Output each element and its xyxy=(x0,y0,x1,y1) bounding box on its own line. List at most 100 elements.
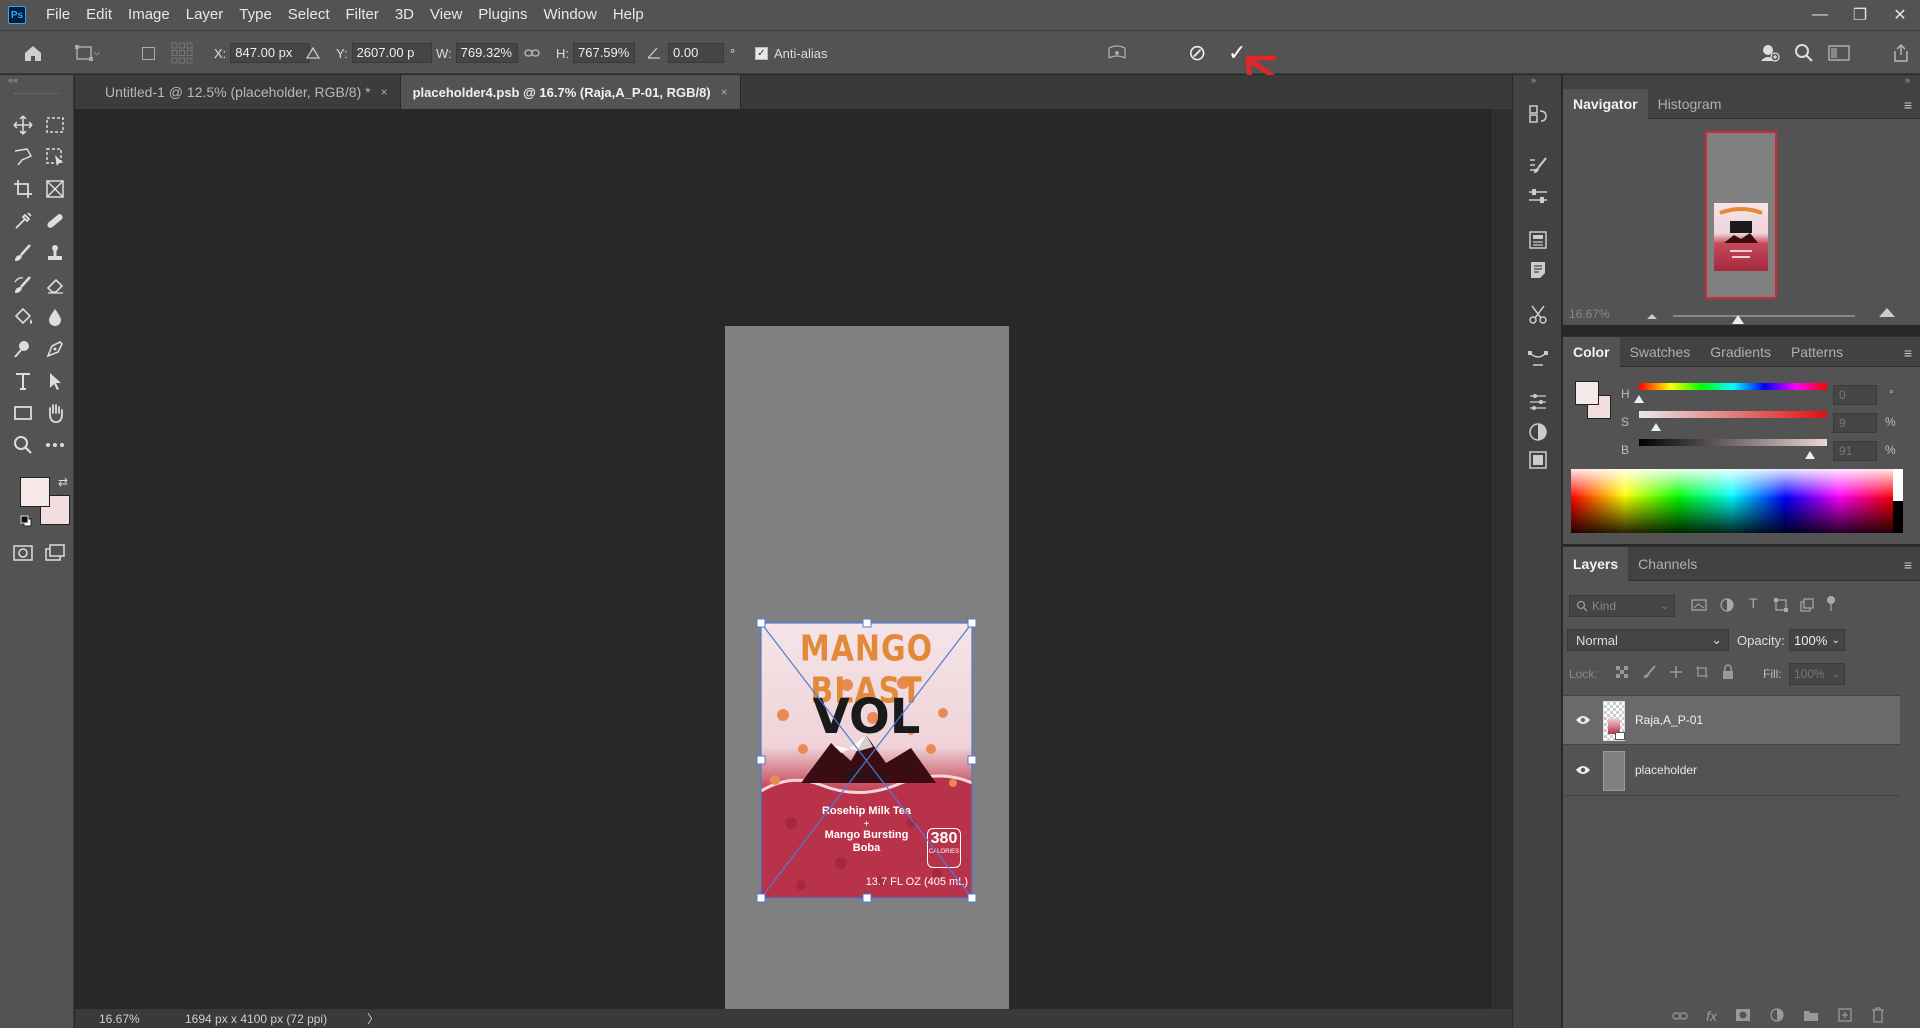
new-group-folder-icon[interactable] xyxy=(1803,1008,1819,1025)
tab-placeholder4[interactable]: placeholder4.psb @ 16.7% (Raja,A_P-01, R… xyxy=(400,75,741,109)
reference-point-grid-icon[interactable] xyxy=(170,31,194,75)
brightness-input[interactable]: 91 xyxy=(1833,441,1877,461)
menu-help[interactable]: Help xyxy=(605,0,652,30)
lock-artboard-icon[interactable] xyxy=(1695,665,1709,682)
minimize-button[interactable]: — xyxy=(1800,0,1840,30)
navigator-zoom-slider[interactable] xyxy=(1673,315,1855,317)
navigator-zoom-handle[interactable] xyxy=(1731,313,1745,328)
crop-tool-icon[interactable] xyxy=(8,175,38,203)
navigator-zoom-value[interactable]: 16.67% xyxy=(1569,307,1610,321)
tab-navigator[interactable]: Navigator xyxy=(1563,88,1648,119)
close-tab-icon[interactable]: × xyxy=(381,85,388,99)
filter-shape-icon[interactable] xyxy=(1773,597,1789,616)
menu-window[interactable]: Window xyxy=(535,0,604,30)
brush-settings-icon[interactable] xyxy=(1525,153,1551,179)
more-tools-icon[interactable] xyxy=(40,431,70,459)
styles-panel-icon[interactable] xyxy=(1525,419,1551,445)
rotate-angle-input[interactable]: 0.00 xyxy=(668,43,724,63)
home-icon[interactable] xyxy=(22,31,44,75)
paths-panel-icon[interactable] xyxy=(1525,345,1551,371)
reference-point-checkbox[interactable] xyxy=(142,31,155,75)
layer-name[interactable]: placeholder xyxy=(1635,763,1697,777)
lock-all-icon[interactable] xyxy=(1721,664,1735,683)
healing-brush-tool-icon[interactable] xyxy=(40,207,70,235)
menu-edit[interactable]: Edit xyxy=(78,0,120,30)
menu-view[interactable]: View xyxy=(422,0,470,30)
dodge-tool-icon[interactable] xyxy=(8,335,38,363)
anti-alias-checkbox[interactable]: ✓ Anti-alias xyxy=(755,31,827,75)
panel-menu-icon[interactable]: ≡ xyxy=(1904,97,1912,113)
path-selection-tool-icon[interactable] xyxy=(40,367,70,395)
pen-tool-icon[interactable] xyxy=(40,335,70,363)
opacity-input[interactable]: 100% ⌄ xyxy=(1789,629,1845,651)
navigator-preview[interactable] xyxy=(1705,131,1777,299)
quick-mask-icon[interactable] xyxy=(8,539,38,567)
tab-histogram[interactable]: Histogram xyxy=(1648,89,1732,119)
collapse-toolbar-icon[interactable]: «« xyxy=(8,75,18,85)
notes-panel-icon[interactable] xyxy=(1525,257,1551,283)
document-canvas[interactable]: MANGO BLAST VOL Milk Tea Rosehip Milk Te… xyxy=(725,326,1009,1010)
clone-stamp-tool-icon[interactable] xyxy=(40,239,70,267)
panel-menu-icon[interactable]: ≡ xyxy=(1904,345,1912,361)
eye-visibility-icon[interactable] xyxy=(1575,714,1591,729)
saturation-slider[interactable] xyxy=(1639,411,1827,418)
workspace-icon[interactable] xyxy=(1828,31,1850,75)
menu-image[interactable]: Image xyxy=(120,0,178,30)
zoom-out-icon[interactable] xyxy=(1645,309,1659,324)
tab-swatches[interactable]: Swatches xyxy=(1620,337,1701,367)
close-button[interactable]: ✕ xyxy=(1880,0,1920,30)
brightness-slider[interactable] xyxy=(1639,439,1827,446)
tab-patterns[interactable]: Patterns xyxy=(1781,337,1853,367)
adjust-sliders-icon[interactable] xyxy=(1525,183,1551,209)
delete-layer-trash-icon[interactable] xyxy=(1871,1006,1885,1026)
share-export-icon[interactable] xyxy=(1892,31,1910,75)
layer-filter-kind[interactable]: Kind ⌄ xyxy=(1569,595,1675,617)
x-position-input[interactable]: 847.00 px xyxy=(230,43,311,63)
menu-select[interactable]: Select xyxy=(280,0,338,30)
foreground-color-swatch[interactable] xyxy=(20,477,50,507)
add-mask-icon[interactable] xyxy=(1735,1008,1751,1025)
object-selection-tool-icon[interactable] xyxy=(40,143,70,171)
collapse-panels-icon[interactable]: » xyxy=(1905,75,1910,85)
new-layer-icon[interactable] xyxy=(1837,1007,1853,1026)
tools-scissors-icon[interactable] xyxy=(1525,301,1551,327)
tab-layers[interactable]: Layers xyxy=(1563,546,1629,581)
close-tab-icon[interactable]: × xyxy=(721,85,728,99)
panel-menu-icon[interactable]: ≡ xyxy=(1904,557,1912,573)
tab-gradients[interactable]: Gradients xyxy=(1700,337,1781,367)
filter-smart-object-icon[interactable] xyxy=(1799,597,1815,616)
zoom-in-icon[interactable] xyxy=(1877,305,1897,322)
lasso-tool-icon[interactable] xyxy=(8,143,38,171)
menu-file[interactable]: File xyxy=(38,0,78,30)
type-tool-icon[interactable] xyxy=(8,367,38,395)
panel-foreground-swatch[interactable] xyxy=(1575,381,1599,405)
layer-row[interactable]: placeholder xyxy=(1563,746,1900,796)
blur-tool-icon[interactable] xyxy=(40,303,70,331)
link-icon[interactable] xyxy=(524,31,540,75)
move-tool-icon[interactable] xyxy=(8,111,38,139)
history-brush-tool-icon[interactable] xyxy=(8,271,38,299)
swap-colors-icon[interactable]: ⇄ xyxy=(58,475,68,489)
menu-3d[interactable]: 3D xyxy=(387,0,422,30)
libraries-panel-icon[interactable] xyxy=(1525,447,1551,473)
hue-input[interactable]: 0 xyxy=(1833,385,1877,405)
tab-color[interactable]: Color xyxy=(1563,336,1620,367)
default-colors-icon[interactable] xyxy=(20,515,32,527)
restore-button[interactable]: ❐ xyxy=(1840,0,1880,30)
cancel-transform-button[interactable]: ⊘ xyxy=(1188,31,1206,75)
menu-layer[interactable]: Layer xyxy=(178,0,232,30)
eyedropper-tool-icon[interactable] xyxy=(8,207,38,235)
menu-plugins[interactable]: Plugins xyxy=(470,0,535,30)
menu-type[interactable]: Type xyxy=(231,0,280,30)
zoom-tool-icon[interactable] xyxy=(8,431,38,459)
status-menu-arrow-icon[interactable]: 〉 xyxy=(367,1010,379,1027)
blend-mode-select[interactable]: Normal ⌄ xyxy=(1567,629,1729,651)
menu-filter[interactable]: Filter xyxy=(338,0,387,30)
paint-bucket-tool-icon[interactable] xyxy=(8,303,38,331)
search-icon[interactable] xyxy=(1794,31,1814,75)
tab-channels[interactable]: Channels xyxy=(1628,547,1707,581)
canvas-area[interactable]: MANGO BLAST VOL Milk Tea Rosehip Milk Te… xyxy=(75,109,1490,1010)
saturation-handle[interactable] xyxy=(1650,419,1661,434)
eraser-tool-icon[interactable] xyxy=(40,271,70,299)
warp-mode-icon[interactable] xyxy=(1106,31,1128,75)
